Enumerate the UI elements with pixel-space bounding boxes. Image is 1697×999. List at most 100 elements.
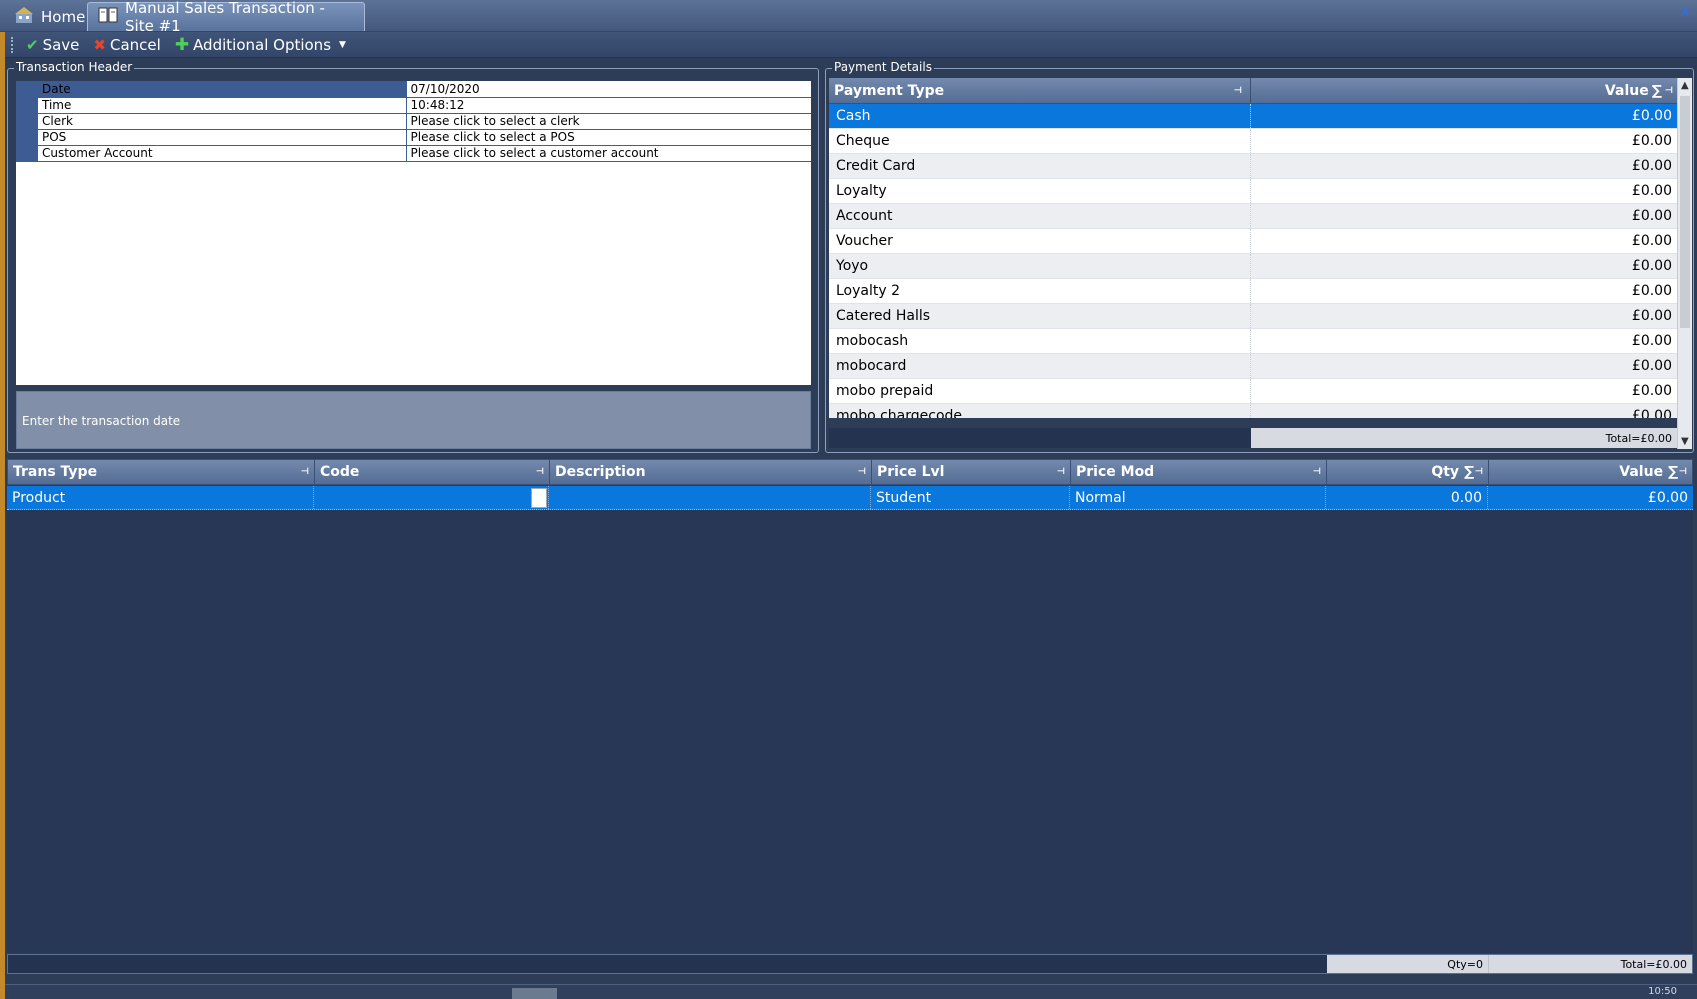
payment-row[interactable]: Voucher £0.00 <box>829 229 1677 254</box>
payment-type-cell[interactable]: Credit Card <box>829 154 1251 178</box>
column-header-code[interactable]: Code ⊣ <box>315 460 550 484</box>
payment-value-cell[interactable]: £0.00 <box>1251 383 1677 399</box>
payment-type-cell[interactable]: mobo chargecode <box>829 404 1251 418</box>
row-gutter <box>16 97 38 114</box>
payment-type-cell[interactable]: Voucher <box>829 229 1251 253</box>
pin-icon[interactable]: ⊣ <box>858 467 866 477</box>
payment-value-cell[interactable]: £0.00 <box>1251 233 1677 249</box>
column-header-trans-type[interactable]: Trans Type ⊣ <box>8 460 315 484</box>
payment-footer: Total=£0.00 <box>829 428 1677 448</box>
payment-row[interactable]: Loyalty £0.00 <box>829 179 1677 204</box>
property-row-pos[interactable]: POS Please click to select a POS <box>16 129 811 146</box>
payment-row[interactable]: Cheque £0.00 <box>829 129 1677 154</box>
payment-value-cell[interactable]: £0.00 <box>1251 408 1677 418</box>
payment-type-cell[interactable]: Cash <box>829 104 1251 128</box>
cell-qty[interactable]: 0.00 <box>1326 486 1488 509</box>
cell-price-mod[interactable]: Normal <box>1070 486 1326 509</box>
property-value[interactable]: Please click to select a POS <box>406 129 811 146</box>
column-header-value[interactable]: Value ∑ ⊣ <box>1251 83 1677 99</box>
column-header-price-mod[interactable]: Price Mod ⊣ <box>1071 460 1327 484</box>
cell-price-lvl[interactable]: Student <box>871 486 1070 509</box>
payment-type-cell[interactable]: Cheque <box>829 129 1251 153</box>
property-row-date[interactable]: Date 07/10/2020 <box>16 81 811 98</box>
payment-row[interactable]: Credit Card £0.00 <box>829 154 1677 179</box>
payment-row[interactable]: mobo prepaid £0.00 <box>829 379 1677 404</box>
property-row-customer-account[interactable]: Customer Account Please click to select … <box>16 145 811 162</box>
plus-icon: ✚ <box>174 34 190 55</box>
payment-value-cell[interactable]: £0.00 <box>1251 158 1677 174</box>
column-header-description[interactable]: Description ⊣ <box>550 460 872 484</box>
pin-icon[interactable]: ⊣ <box>536 467 544 477</box>
cell-trans-type[interactable]: Product <box>7 486 314 509</box>
property-value[interactable]: Please click to select a customer accoun… <box>406 145 811 162</box>
column-header-value[interactable]: Value ∑ ⊣ <box>1489 460 1692 484</box>
payment-value-cell[interactable]: £0.00 <box>1251 283 1677 299</box>
sum-icon[interactable]: ∑ <box>1464 464 1474 480</box>
column-header-label: Value <box>1604 82 1649 99</box>
pin-icon[interactable]: ⊣ <box>301 467 309 477</box>
row-gutter <box>16 129 38 146</box>
payment-type-cell[interactable]: Account <box>829 204 1251 228</box>
payment-value-cell[interactable]: £0.00 <box>1251 108 1677 124</box>
payment-type-cell[interactable]: Yoyo <box>829 254 1251 278</box>
sum-icon[interactable]: ∑ <box>1668 464 1678 480</box>
payment-row[interactable]: Account £0.00 <box>829 204 1677 229</box>
pin-icon[interactable]: ⊣ <box>1234 86 1242 96</box>
code-edit-box[interactable] <box>531 488 547 508</box>
payment-value-cell[interactable]: £0.00 <box>1251 133 1677 149</box>
payment-value-cell[interactable]: £0.00 <box>1251 183 1677 199</box>
cell-code[interactable] <box>314 486 549 509</box>
additional-options-button[interactable]: ✚ Additional Options ▼ <box>171 35 350 55</box>
table-row[interactable]: Product Student Normal 0.00 £0.00 <box>7 486 1693 510</box>
cell-value[interactable]: £0.00 <box>1488 486 1693 509</box>
tab-manual-sales[interactable]: Manual Sales Transaction - Site #1 <box>87 0 365 35</box>
payment-row[interactable]: Cash £0.00 <box>829 104 1677 129</box>
payment-row[interactable]: mobo chargecode £0.00 <box>829 404 1677 418</box>
payment-row[interactable]: mobocash £0.00 <box>829 329 1677 354</box>
scroll-up-icon[interactable]: ▲ <box>1681 80 1689 91</box>
column-header-price-lvl[interactable]: Price Lvl ⊣ <box>872 460 1071 484</box>
sum-icon[interactable]: ∑ <box>1652 83 1662 99</box>
scroll-down-icon[interactable]: ▼ <box>1681 436 1689 447</box>
save-button[interactable]: ✔ Save <box>22 36 83 54</box>
payment-type-cell[interactable]: Loyalty 2 <box>829 279 1251 303</box>
toolbar-grip[interactable] <box>11 36 14 53</box>
pin-icon[interactable]: ⊣ <box>1313 467 1321 477</box>
payment-type-cell[interactable]: Loyalty <box>829 179 1251 203</box>
payment-row[interactable]: Loyalty 2 £0.00 <box>829 279 1677 304</box>
property-row-time[interactable]: Time 10:48:12 <box>16 97 811 114</box>
column-header-payment-type[interactable]: Payment Type ⊣ <box>829 78 1251 103</box>
payment-type-cell[interactable]: mobocash <box>829 329 1251 353</box>
property-value[interactable]: Please click to select a clerk <box>406 113 811 130</box>
property-value[interactable]: 07/10/2020 <box>406 81 811 98</box>
cancel-button[interactable]: ✖ Cancel <box>89 36 164 54</box>
payment-value-cell[interactable]: £0.00 <box>1251 258 1677 274</box>
payment-row[interactable]: Yoyo £0.00 <box>829 254 1677 279</box>
payment-value-cell[interactable]: £0.00 <box>1251 333 1677 349</box>
payment-value-cell[interactable]: £0.00 <box>1251 358 1677 374</box>
pin-icon[interactable]: ⊣ <box>1475 467 1483 477</box>
property-name: Customer Account <box>38 145 407 162</box>
payment-value-cell[interactable]: £0.00 <box>1251 308 1677 324</box>
close-icon[interactable]: ✕ <box>1679 5 1691 21</box>
column-header-qty[interactable]: Qty ∑ ⊣ <box>1327 460 1489 484</box>
horizontal-scroll-thumb[interactable] <box>512 988 557 999</box>
payment-type-cell[interactable]: mobo prepaid <box>829 379 1251 403</box>
payment-row[interactable]: Catered Halls £0.00 <box>829 304 1677 329</box>
payment-type-cell[interactable]: mobocard <box>829 354 1251 378</box>
payment-type-cell[interactable]: Catered Halls <box>829 304 1251 328</box>
vertical-scrollbar[interactable]: ▲ ▼ <box>1677 78 1692 449</box>
property-row-clerk[interactable]: Clerk Please click to select a clerk <box>16 113 811 130</box>
payment-grid: Payment Type ⊣ Value ∑ ⊣ Cash £0.00 Cheque… <box>829 78 1677 418</box>
lines-grid-body[interactable] <box>7 510 1693 953</box>
payment-row[interactable]: mobocard £0.00 <box>829 354 1677 379</box>
pin-icon[interactable]: ⊣ <box>1057 467 1065 477</box>
cell-description[interactable] <box>549 486 871 509</box>
tab-home[interactable]: Home <box>4 2 86 31</box>
payment-value-cell[interactable]: £0.00 <box>1251 208 1677 224</box>
property-grid: Date 07/10/2020 Time 10:48:12 Clerk Plea… <box>16 81 811 385</box>
pin-icon[interactable]: ⊣ <box>1679 467 1687 477</box>
pin-icon[interactable]: ⊣ <box>1665 86 1673 96</box>
property-value[interactable]: 10:48:12 <box>406 97 811 114</box>
scroll-thumb[interactable] <box>1680 96 1690 328</box>
